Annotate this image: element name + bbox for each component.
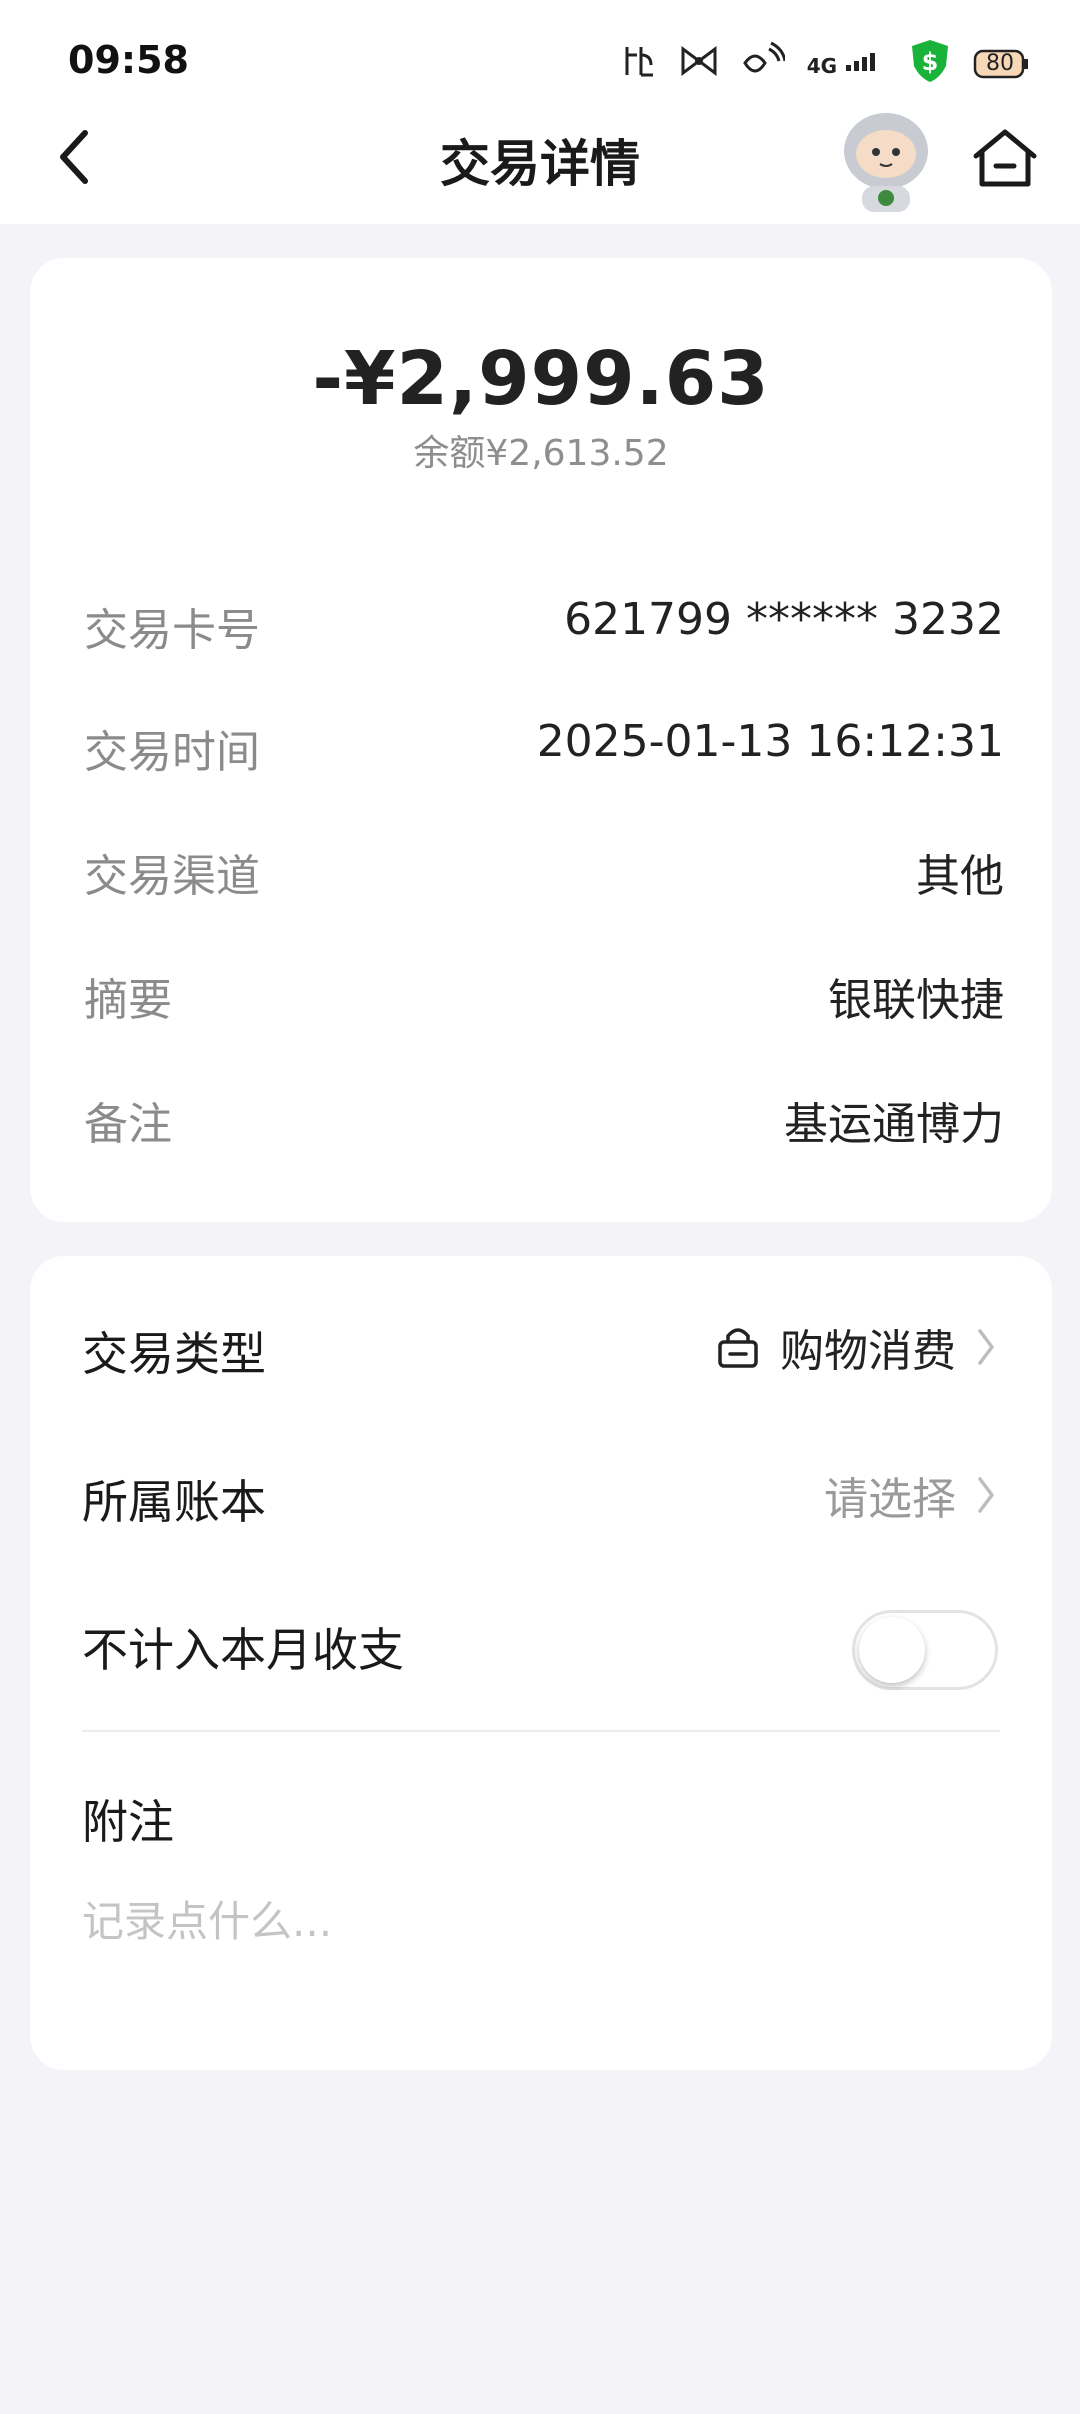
transaction-type-value: 购物消费 [780, 1326, 956, 1377]
detail-row-time: 交易时间 2025-01-13 16:12:31 [84, 716, 1004, 778]
transaction-options-card: 交易类型 购物消费 所属账本 请选择 不计入本月收支 附注 [30, 1256, 1052, 2070]
transaction-type-row[interactable]: 交易类型 购物消费 [82, 1312, 998, 1382]
chevron-right-icon [978, 1329, 994, 1365]
status-icons: 4G $ 80 [621, 38, 1030, 88]
detail-value: 基运通博力 [784, 1099, 1004, 1150]
strawberry-wifi-icon [741, 41, 787, 85]
detail-label: 交易时间 [84, 727, 260, 778]
account-book-label: 所属账本 [82, 1475, 266, 1529]
divider [82, 1730, 1000, 1732]
account-book-value: 请选择 [824, 1474, 956, 1525]
balance-text: 余额¥2,613.52 [413, 433, 669, 474]
transaction-amount: -¥2,999.63 [312, 336, 770, 422]
bow-icon [679, 43, 719, 83]
detail-value: 其他 [916, 851, 1004, 902]
account-book-selector[interactable]: 请选择 [824, 1460, 998, 1530]
shield-dollar-icon: $ [910, 38, 950, 88]
note-input[interactable] [82, 1886, 982, 1956]
exclude-monthly-label: 不计入本月收支 [82, 1623, 404, 1677]
detail-value: 621799 ****** 3232 [564, 594, 1004, 645]
detail-label: 交易渠道 [84, 851, 260, 902]
detail-label: 交易卡号 [84, 605, 260, 656]
svg-text:$: $ [922, 48, 939, 76]
transaction-type-selector[interactable]: 购物消费 [714, 1312, 998, 1382]
status-time: 09:58 [68, 38, 189, 82]
detail-label: 备注 [84, 1099, 172, 1150]
detail-row-card-number: 交易卡号 621799 ****** 3232 [84, 594, 1004, 656]
home-button[interactable] [968, 122, 1042, 196]
detail-value: 银联快捷 [828, 975, 1004, 1026]
transaction-type-label: 交易类型 [82, 1327, 266, 1381]
home-icon [973, 129, 1037, 187]
detail-label: 摘要 [84, 975, 172, 1026]
shopping-basket-icon [718, 1328, 758, 1368]
toggle-knob [859, 1617, 925, 1683]
astronaut-mascot-icon[interactable] [836, 106, 936, 216]
battery-icon: 80 [972, 45, 1030, 81]
battery-level: 80 [986, 51, 1014, 76]
note-label: 附注 [82, 1795, 174, 1849]
detail-row-summary: 摘要 银联快捷 [84, 964, 1004, 1026]
chevron-right-icon [978, 1477, 994, 1513]
detail-value: 2025-01-13 16:12:31 [536, 716, 1004, 767]
network-type: 4G [806, 53, 838, 78]
detail-row-remark: 备注 基运通博力 [84, 1088, 1004, 1150]
app-notification-icon [621, 41, 657, 85]
transaction-summary-card: -¥2,999.63 余额¥2,613.52 交易卡号 621799 *****… [30, 258, 1052, 1222]
signal-4g-icon: 4G [807, 49, 888, 78]
account-book-row[interactable]: 所属账本 请选择 [82, 1460, 998, 1530]
header: 交易详情 [0, 100, 1080, 224]
detail-row-channel: 交易渠道 其他 [84, 840, 1004, 902]
exclude-monthly-toggle[interactable] [852, 1610, 998, 1690]
